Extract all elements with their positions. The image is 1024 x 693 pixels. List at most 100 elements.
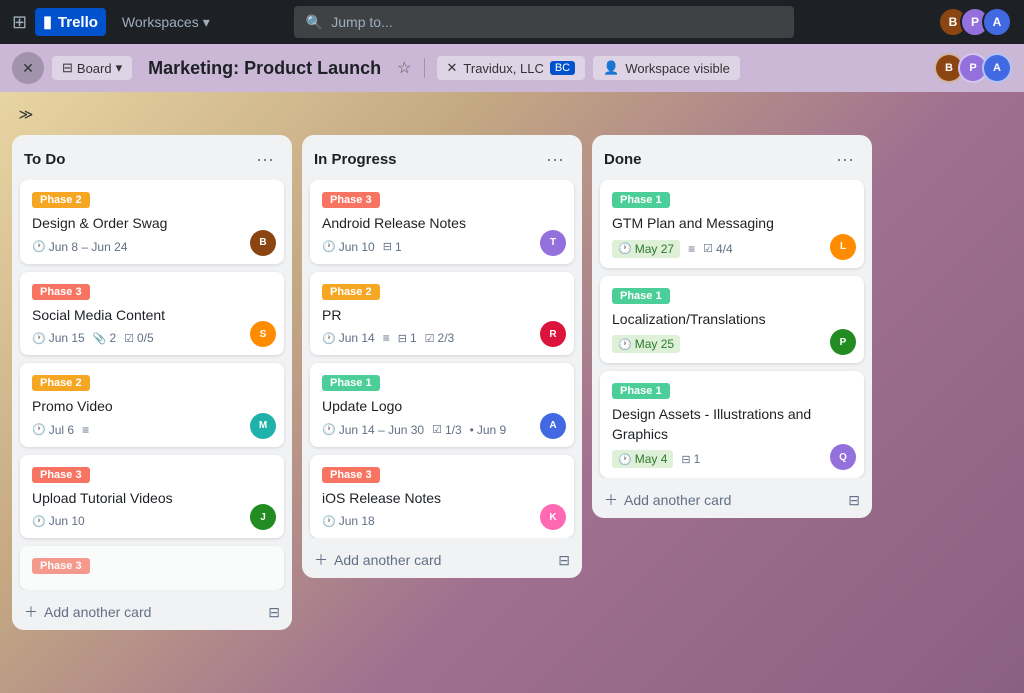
nav-right: B P A [938, 7, 1012, 37]
card-title: Promo Video [32, 397, 272, 417]
board-header: ✕ ⊟ Board ▾ Marketing: Product Launch ☆ … [0, 44, 1024, 92]
clock-icon: 🕐 [322, 332, 336, 345]
add-card-button-todo[interactable]: ＋ Add another card ⊟ [12, 594, 292, 630]
card-avatar: T [540, 230, 566, 256]
card-meta: 🕐 Jun 8 – Jun 24 [32, 240, 272, 254]
template-icon: ⊟ [268, 604, 280, 621]
card-date: 🕐 May 25 [612, 335, 680, 353]
card-meta: 🕐 Jun 15 📎 2 ☑ 0/5 [32, 331, 272, 345]
list-menu-button-todo[interactable]: ··· [250, 147, 280, 172]
card-meta: 🕐 Jul 6 ≡ [32, 423, 272, 437]
add-card-button-done[interactable]: ＋ Add another card ⊟ [592, 482, 872, 518]
card-ios-release[interactable]: Phase 3 iOS Release Notes 🕐 Jun 18 K [310, 455, 574, 539]
card-gtm-plan[interactable]: Phase 1 GTM Plan and Messaging 🕐 May 27 … [600, 180, 864, 268]
search-input[interactable] [331, 14, 782, 30]
member-avatar[interactable]: A [982, 53, 1012, 83]
card-date: 🕐 Jun 15 [32, 331, 85, 345]
avatar: A [982, 7, 1012, 37]
attachment-count: 📎 2 [93, 331, 116, 345]
board-view-button[interactable]: ⊟ Board ▾ [52, 56, 132, 80]
card-avatar: J [250, 504, 276, 530]
card-avatar: M [250, 413, 276, 439]
card-android-release[interactable]: Phase 3 Android Release Notes 🕐 Jun 10 ⊟… [310, 180, 574, 264]
list-done: Done ··· Phase 1 GTM Plan and Messaging … [592, 135, 872, 518]
chevron-down-icon: ▾ [116, 60, 123, 76]
grid-icon[interactable]: ⊞ [12, 12, 27, 33]
card-tutorial-videos[interactable]: Phase 3 Upload Tutorial Videos 🕐 Jun 10 … [20, 455, 284, 539]
clock-icon: 🕐 [32, 423, 46, 436]
card-meta: 🕐 May 25 [612, 335, 852, 353]
card-date: 🕐 Jul 6 [32, 423, 74, 437]
card-date: 🕐 Jun 8 – Jun 24 [32, 240, 127, 254]
card-meta: 🕐 May 4 ⊟ 1 [612, 450, 852, 468]
card-title: PR [322, 306, 562, 326]
user-avatars: B P A [938, 7, 1012, 37]
attachment-count: ⊟ 1 [383, 240, 402, 254]
search-icon: 🔍 [306, 14, 323, 31]
workspace-badge: BC [550, 61, 575, 75]
card-label: Phase 3 [32, 467, 90, 483]
paperclip-icon: 📎 [93, 332, 107, 345]
description-icon: ≡ [82, 423, 89, 437]
card-title: GTM Plan and Messaging [612, 214, 852, 234]
checklist-icon: ☑ [124, 332, 134, 345]
divider [424, 58, 425, 78]
card-social-media[interactable]: Phase 3 Social Media Content 🕐 Jun 15 📎 … [20, 272, 284, 356]
trello-icon: ▮ [43, 12, 52, 32]
board-member-avatars: B P A [934, 53, 1012, 83]
star-button[interactable]: ☆ [397, 58, 411, 78]
checklist-icon: ☑ [432, 423, 442, 436]
clock-icon: 🕐 [618, 338, 632, 351]
add-card-button-inprogress[interactable]: ＋ Add another card ⊟ [302, 542, 582, 578]
attachment-icon: ⊟ [398, 332, 407, 345]
card-promo-video[interactable]: Phase 2 Promo Video 🕐 Jul 6 ≡ M [20, 363, 284, 447]
description-icon: ≡ [383, 331, 390, 345]
card-meta: 🕐 May 27 ≡ ☑ 4/4 [612, 240, 852, 258]
card-label: Phase 3 [32, 558, 90, 574]
back-button[interactable]: ✕ [12, 52, 44, 84]
board-title: Marketing: Product Launch [140, 58, 389, 79]
card-avatar: R [540, 321, 566, 347]
lists-container: To Do ··· Phase 2 Design & Order Swag 🕐 … [12, 135, 1012, 630]
card-meta: 🕐 Jun 18 [322, 514, 562, 528]
list-header-inprogress: In Progress ··· [302, 135, 582, 180]
workspace-button[interactable]: ✕ Travidux, LLC BC [437, 56, 586, 80]
checklist-icon: ☑ [703, 242, 713, 255]
card-design-swag[interactable]: Phase 2 Design & Order Swag 🕐 Jun 8 – Ju… [20, 180, 284, 264]
board-area: ≫ To Do ··· Phase 2 Design & Order Swag … [0, 92, 1024, 693]
expand-button[interactable]: ≫ [12, 102, 40, 127]
card-pr[interactable]: Phase 2 PR 🕐 Jun 14 ≡ ⊟ 1 [310, 272, 574, 356]
list-menu-button-inprogress[interactable]: ··· [540, 147, 570, 172]
list-title-inprogress: In Progress [314, 151, 397, 168]
list-menu-button-done[interactable]: ··· [830, 147, 860, 172]
search-bar[interactable]: 🔍 [294, 6, 794, 38]
plus-icon: ＋ [24, 602, 38, 622]
card-title: Localization/Translations [612, 310, 852, 330]
card-partial[interactable]: Phase 3 [20, 546, 284, 590]
card-localization[interactable]: Phase 1 Localization/Translations 🕐 May … [600, 276, 864, 364]
top-navigation: ⊞ ▮ Trello Workspaces ▾ 🔍 B P A [0, 0, 1024, 44]
card-meta: 🕐 Jun 10 [32, 514, 272, 528]
card-label: Phase 1 [612, 383, 670, 399]
description-item: ≡ [688, 242, 695, 256]
workspaces-button[interactable]: Workspaces ▾ [114, 10, 218, 35]
clock-icon: 🕐 [32, 240, 46, 253]
card-label: Phase 3 [322, 467, 380, 483]
card-date: 🕐 May 27 [612, 240, 680, 258]
card-update-logo[interactable]: Phase 1 Update Logo 🕐 Jun 14 – Jun 30 ☑ … [310, 363, 574, 447]
extra-date: • Jun 9 [470, 423, 507, 437]
card-design-assets[interactable]: Phase 1 Design Assets - Illustrations an… [600, 371, 864, 478]
plus-icon: ＋ [314, 550, 328, 570]
card-date: 🕐 Jun 18 [322, 514, 375, 528]
attachment-count: ⊟ 1 [398, 331, 417, 345]
card-meta: 🕐 Jun 14 – Jun 30 ☑ 1/3 • Jun 9 [322, 423, 562, 437]
trello-logo[interactable]: ▮ Trello [35, 8, 106, 36]
card-title: Design & Order Swag [32, 214, 272, 234]
list-header-done: Done ··· [592, 135, 872, 180]
card-date: 🕐 Jun 14 [322, 331, 375, 345]
workspace-visible-button[interactable]: 👤 Workspace visible [593, 56, 740, 80]
card-label: Phase 2 [32, 192, 90, 208]
list-todo: To Do ··· Phase 2 Design & Order Swag 🕐 … [12, 135, 292, 630]
workspace-icon: ✕ [447, 60, 458, 76]
list-header-todo: To Do ··· [12, 135, 292, 180]
